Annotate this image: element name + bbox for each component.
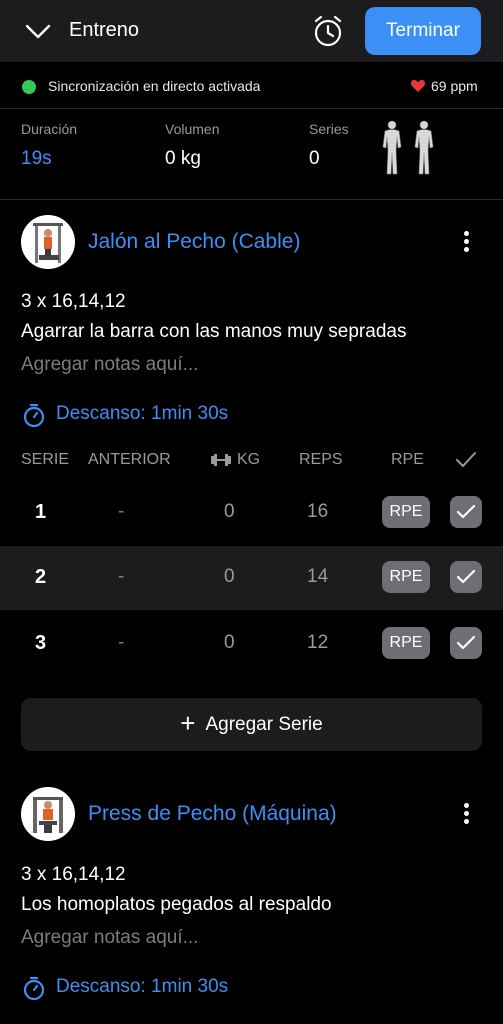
table-row: 3 - 0 12 RPE	[0, 612, 503, 676]
add-series-label: Agregar Serie	[205, 713, 323, 735]
set-number[interactable]: 1	[35, 501, 46, 524]
divider	[0, 108, 503, 109]
rest-timer-label[interactable]: Descanso: 1min 30s	[56, 403, 228, 425]
exercise-note: Los homoplatos pegados al respaldo	[21, 894, 332, 915]
live-sync-bar: Sincronización en directo activada 69 pp…	[0, 68, 503, 108]
exercise-name[interactable]: Press de Pecho (Máquina)	[88, 802, 337, 826]
exercise-thumbnail[interactable]	[21, 215, 75, 269]
previous-value[interactable]: -	[118, 632, 124, 654]
finish-button[interactable]: Terminar	[365, 7, 481, 55]
muscle-map-icon[interactable]	[378, 120, 438, 181]
heart-icon	[410, 78, 426, 99]
complete-set-button[interactable]	[450, 561, 482, 593]
exercise-note: Agarrar la barra con las manos muy sepra…	[21, 321, 407, 342]
check-header-icon	[454, 450, 478, 475]
col-header-previous: ANTERIOR	[88, 451, 171, 468]
complete-set-button[interactable]	[450, 496, 482, 528]
series-value: 0	[309, 148, 320, 169]
set-number[interactable]: 3	[35, 632, 46, 655]
check-icon	[456, 635, 476, 650]
series-label: Series	[309, 121, 349, 137]
volume-value: 0 kg	[165, 148, 201, 169]
top-bar: Entreno Terminar	[0, 0, 503, 62]
sync-status-dot	[22, 80, 36, 94]
complete-set-button[interactable]	[450, 627, 482, 659]
duration-value: 19s	[21, 148, 52, 169]
more-options-icon[interactable]	[456, 800, 476, 828]
divider	[0, 199, 503, 200]
more-options-icon[interactable]	[456, 228, 476, 256]
col-header-rpe: RPE	[391, 451, 424, 468]
reps-input[interactable]: 16	[307, 501, 328, 523]
table-row: 2 - 0 14 RPE	[0, 546, 503, 610]
rpe-button[interactable]: RPE	[382, 561, 430, 593]
col-header-reps: REPS	[299, 451, 343, 468]
kg-input[interactable]: 0	[224, 632, 235, 654]
add-series-button[interactable]: + Agregar Serie	[21, 698, 482, 751]
exercise-thumbnail[interactable]	[21, 787, 75, 841]
previous-value[interactable]: -	[118, 566, 124, 588]
stopwatch-icon	[21, 975, 47, 1006]
notes-input[interactable]: Agregar notas aquí...	[21, 354, 198, 376]
col-header-kg: KG	[237, 451, 261, 468]
set-number[interactable]: 2	[35, 566, 46, 589]
notes-input[interactable]: Agregar notas aquí...	[21, 927, 198, 949]
exercise-scheme: 3 x 16,14,12	[21, 291, 126, 312]
duration-label: Duración	[21, 121, 78, 137]
exercise-scheme: 3 x 16,14,12	[21, 864, 126, 885]
chevron-down-icon[interactable]	[25, 20, 51, 47]
previous-value[interactable]: -	[118, 501, 124, 523]
heart-rate-value: 69 ppm	[431, 78, 478, 94]
kg-input[interactable]: 0	[224, 501, 235, 523]
page-title: Entreno	[69, 19, 140, 41]
exercise-name[interactable]: Jalón al Pecho (Cable)	[88, 230, 300, 254]
plus-icon: +	[180, 708, 196, 738]
rpe-button[interactable]: RPE	[382, 496, 430, 528]
volume-label: Volumen	[165, 121, 220, 137]
rpe-button[interactable]: RPE	[382, 627, 430, 659]
reps-input[interactable]: 14	[307, 566, 328, 588]
reps-input[interactable]: 12	[307, 632, 328, 654]
table-row: 1 - 0 16 RPE	[0, 481, 503, 545]
check-icon	[456, 504, 476, 519]
dumbbell-icon	[210, 453, 232, 472]
col-header-set: SERIE	[21, 451, 70, 468]
check-icon	[456, 569, 476, 584]
kg-input[interactable]: 0	[224, 566, 235, 588]
stopwatch-icon	[21, 402, 47, 433]
sync-status-text: Sincronización en directo activada	[48, 78, 261, 94]
alarm-clock-icon[interactable]	[311, 14, 345, 53]
rest-timer-label[interactable]: Descanso: 1min 30s	[56, 976, 228, 998]
